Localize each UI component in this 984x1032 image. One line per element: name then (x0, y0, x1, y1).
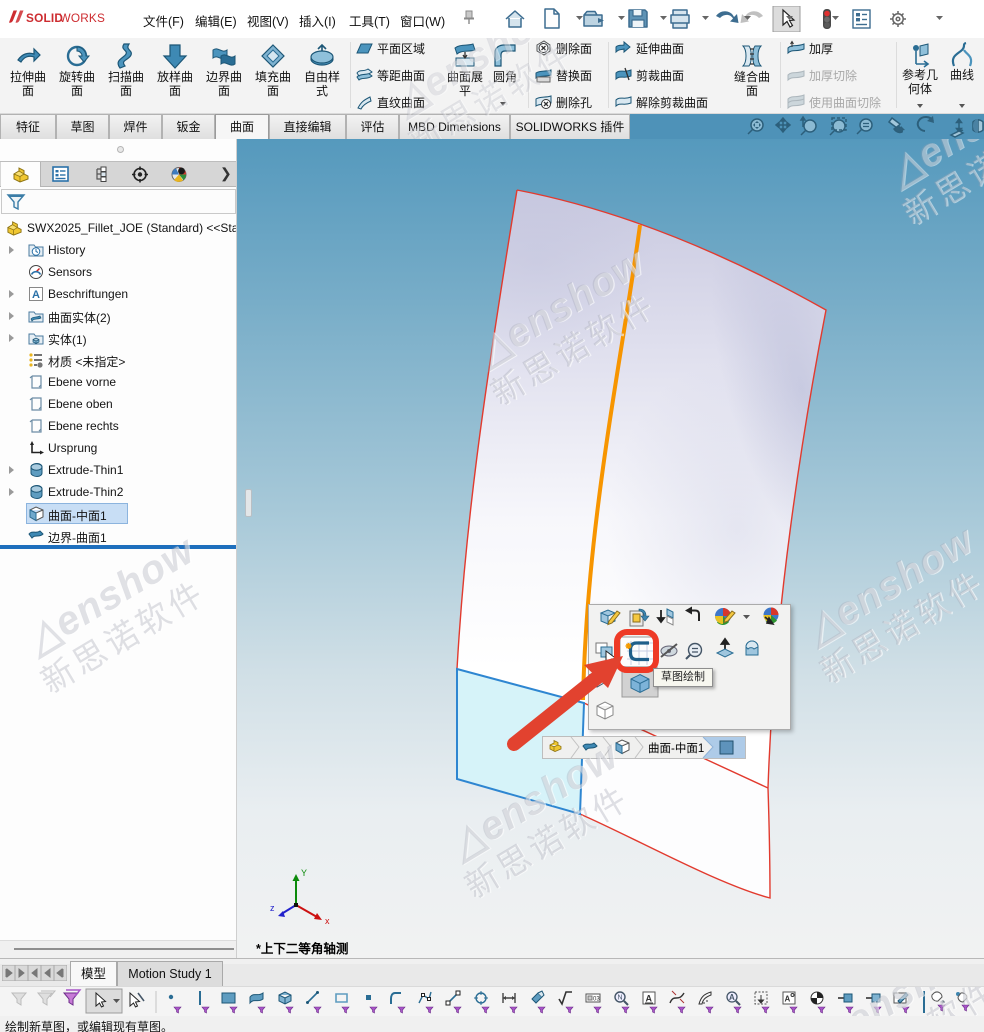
svg-text:A: A (729, 993, 735, 1002)
svg-text:A: A (785, 995, 791, 1004)
svg-text:03: 03 (593, 997, 600, 1003)
svg-text:z: z (270, 903, 275, 913)
svg-text:A: A (646, 994, 653, 1004)
svg-text:Y: Y (301, 868, 307, 878)
svg-text:N: N (618, 995, 623, 1002)
svg-text:A: A (32, 289, 40, 301)
svg-text:x: x (325, 916, 330, 926)
svg-text:*上下二等角轴测: *上下二等角轴测 (256, 941, 348, 956)
